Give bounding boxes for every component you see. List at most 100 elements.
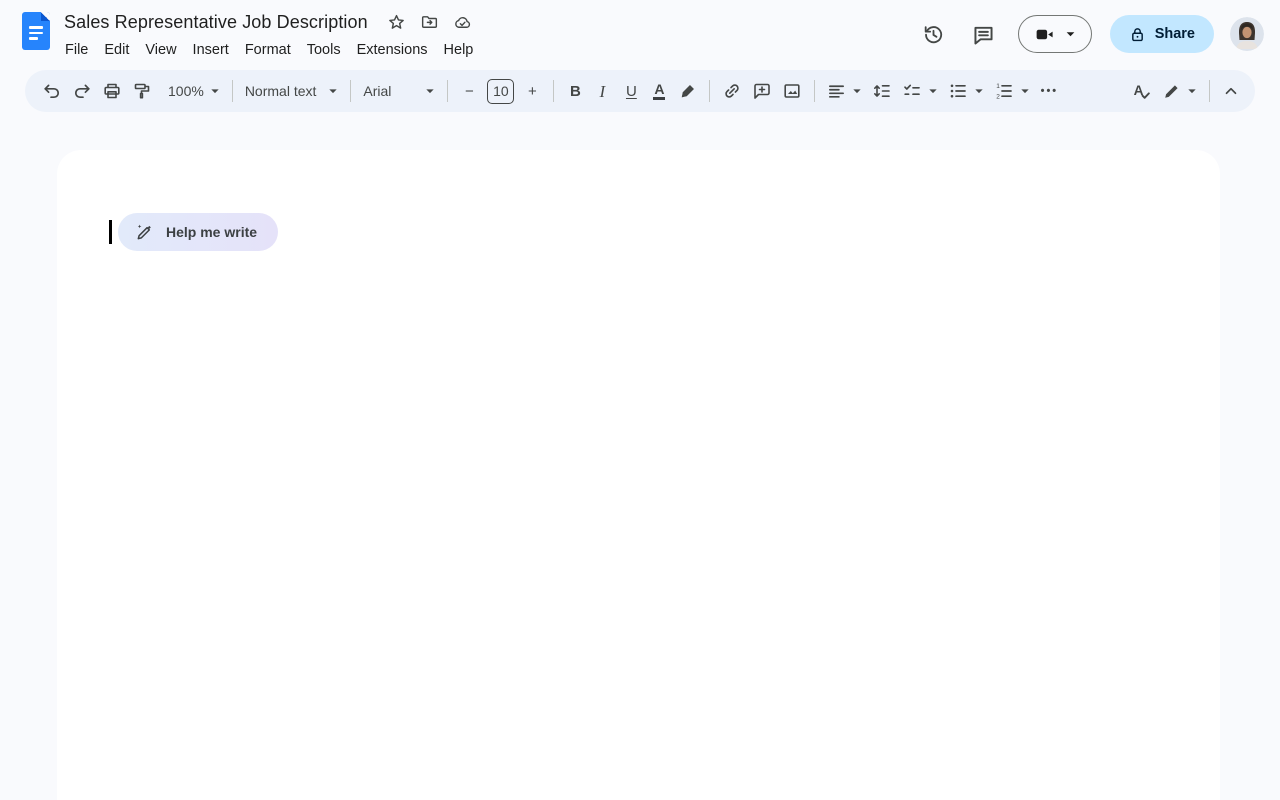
version-history-icon <box>922 23 945 46</box>
share-button[interactable]: Share <box>1110 15 1214 53</box>
header: Sales Representative Job Description <box>0 0 1280 66</box>
docs-logo-lines <box>29 26 43 43</box>
divider <box>709 80 710 102</box>
line-spacing-button[interactable] <box>867 76 897 106</box>
plus-icon: + <box>528 84 537 99</box>
menu-help[interactable]: Help <box>436 38 482 62</box>
numbered-list-button[interactable]: 1 2 <box>989 76 1035 106</box>
caret-down-icon <box>425 88 435 95</box>
lock-icon <box>1129 26 1146 43</box>
insert-image-button[interactable] <box>777 76 807 106</box>
numbered-list-icon: 1 2 <box>994 81 1014 101</box>
text-color-button[interactable]: A <box>645 76 673 106</box>
line-spacing-icon <box>872 81 892 101</box>
menu-file[interactable]: File <box>57 38 96 62</box>
spell-check-button[interactable]: A <box>1126 76 1157 106</box>
paint-format-button[interactable] <box>127 76 157 106</box>
decrease-font-size-button[interactable]: − <box>455 76 483 106</box>
menu-view[interactable]: View <box>137 38 184 62</box>
menu-insert[interactable]: Insert <box>185 38 237 62</box>
document-page[interactable]: Help me write <box>57 150 1220 800</box>
menu-format[interactable]: Format <box>237 38 299 62</box>
divider <box>232 80 233 102</box>
italic-button[interactable]: I <box>589 76 617 106</box>
spell-check-icon: A <box>1131 81 1152 102</box>
menu-bar: File Edit View Insert Format Tools Exten… <box>57 38 481 62</box>
checklist-icon <box>902 81 922 101</box>
toolbar: 100% Normal text Arial − 10 + B I U A <box>25 70 1255 112</box>
caret-down-icon <box>1187 88 1197 95</box>
menu-extensions[interactable]: Extensions <box>349 38 436 62</box>
cloud-saved-icon[interactable] <box>453 13 472 32</box>
bullet-list-button[interactable] <box>943 76 989 106</box>
highlight-color-button[interactable] <box>673 76 702 106</box>
paragraph-style-select[interactable]: Normal text <box>240 76 344 106</box>
more-options-button[interactable]: ••• <box>1035 76 1063 106</box>
video-call-button[interactable] <box>1018 15 1092 53</box>
svg-text:1: 1 <box>997 83 1001 90</box>
hide-menus-button[interactable] <box>1217 76 1245 106</box>
zoom-value: 100% <box>168 83 204 99</box>
add-comment-button[interactable] <box>747 76 777 106</box>
comments-icon <box>972 23 995 46</box>
header-actions: Share <box>914 9 1264 54</box>
collapse-icon <box>1222 82 1240 100</box>
document-title[interactable]: Sales Representative Job Description <box>64 12 368 33</box>
caret-down-icon <box>328 88 338 95</box>
magic-pencil-icon <box>135 222 155 242</box>
star-icon[interactable] <box>387 13 406 32</box>
underline-icon: U <box>626 84 637 99</box>
editing-mode-button[interactable] <box>1157 76 1202 106</box>
title-block: Sales Representative Job Description <box>64 9 481 62</box>
caret-down-icon <box>928 88 938 95</box>
checklist-button[interactable] <box>897 76 943 106</box>
document-area: Help me write <box>0 112 1280 800</box>
divider <box>1209 80 1210 102</box>
align-button[interactable] <box>822 76 867 106</box>
font-value: Arial <box>363 83 391 99</box>
bullet-list-icon <box>948 81 968 101</box>
highlighter-icon <box>678 82 697 101</box>
minus-icon: − <box>465 84 474 99</box>
paint-format-icon <box>132 81 152 101</box>
redo-button[interactable] <box>67 76 97 106</box>
font-size-input[interactable]: 10 <box>487 79 514 104</box>
share-label: Share <box>1155 26 1195 42</box>
caret-down-icon <box>974 88 984 95</box>
undo-button[interactable] <box>37 76 67 106</box>
avatar[interactable] <box>1230 17 1264 51</box>
caret-down-icon <box>1065 31 1076 38</box>
svg-text:2: 2 <box>997 94 1001 101</box>
toolbar-right-group: A <box>1126 76 1245 106</box>
docs-logo-fold <box>41 12 50 21</box>
italic-icon: I <box>600 83 608 100</box>
caret-down-icon <box>852 88 862 95</box>
divider <box>553 80 554 102</box>
video-camera-icon <box>1034 24 1055 45</box>
underline-button[interactable]: U <box>617 76 645 106</box>
more-icon: ••• <box>1041 86 1059 97</box>
bold-button[interactable]: B <box>561 76 589 106</box>
text-color-icon: A <box>653 82 665 100</box>
help-me-write-button[interactable]: Help me write <box>118 213 278 251</box>
align-icon <box>827 82 846 101</box>
bold-icon: B <box>570 84 581 99</box>
zoom-select[interactable]: 100% <box>163 76 225 106</box>
link-icon <box>722 81 742 101</box>
divider <box>350 80 351 102</box>
font-select[interactable]: Arial <box>358 76 440 106</box>
increase-font-size-button[interactable]: + <box>518 76 546 106</box>
docs-logo[interactable] <box>22 12 50 50</box>
comments-button[interactable] <box>964 14 1004 54</box>
caret-down-icon <box>210 88 220 95</box>
move-folder-icon[interactable] <box>420 13 439 32</box>
menu-tools[interactable]: Tools <box>299 38 349 62</box>
version-history-button[interactable] <box>914 14 954 54</box>
print-button[interactable] <box>97 76 127 106</box>
divider <box>447 80 448 102</box>
menu-edit[interactable]: Edit <box>96 38 137 62</box>
caret-down-icon <box>1020 88 1030 95</box>
insert-link-button[interactable] <box>717 76 747 106</box>
text-cursor <box>109 220 112 244</box>
divider <box>814 80 815 102</box>
